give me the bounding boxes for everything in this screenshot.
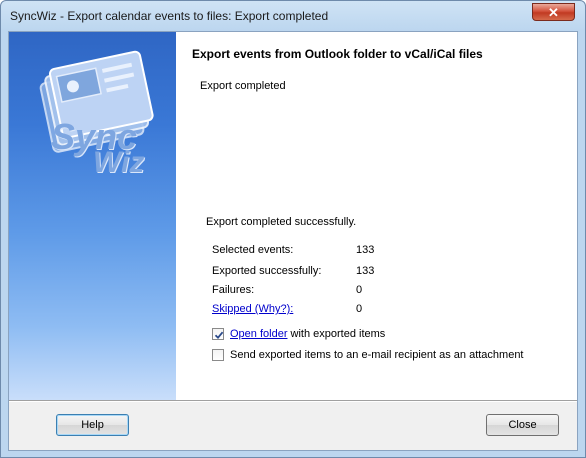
syncwiz-logo: Sync Wiz <box>31 44 161 197</box>
stat-label-failures: Failures: <box>212 284 255 296</box>
logo-text-wiz: Wiz <box>93 146 145 179</box>
title-bar[interactable]: SyncWiz - Export calendar events to file… <box>1 1 585 31</box>
wizard-window: SyncWiz - Export calendar events to file… <box>0 0 586 458</box>
stat-label-exported: Exported successfully: <box>212 265 322 277</box>
close-button[interactable]: Close <box>486 414 559 436</box>
open-folder-text: with exported items <box>287 328 386 340</box>
wizard-sidebar: Sync Wiz <box>9 32 176 400</box>
help-button[interactable]: Help <box>56 414 129 436</box>
send-email-label[interactable]: Send exported items to an e-mail recipie… <box>230 349 524 361</box>
stat-value-skipped: 0 <box>356 303 363 315</box>
stat-label-selected: Selected events: <box>212 244 294 256</box>
wizard-main-panel: Export events from Outlook folder to vCa… <box>176 32 577 400</box>
window-close-button[interactable]: ✕ <box>532 3 575 21</box>
stat-value-failures: 0 <box>356 284 363 296</box>
page-subtitle: Export completed <box>200 80 286 92</box>
stat-value-selected: 133 <box>356 244 375 256</box>
send-email-checkbox[interactable] <box>212 349 224 361</box>
close-icon: ✕ <box>548 5 559 20</box>
open-folder-checkbox[interactable] <box>212 328 224 340</box>
open-folder-link[interactable]: Open folder <box>230 328 287 340</box>
window-title: SyncWiz - Export calendar events to file… <box>10 9 329 23</box>
skipped-why-link[interactable]: Skipped (Why?): <box>212 303 293 315</box>
open-folder-option: Open folder with exported items <box>230 328 385 340</box>
footer-separator <box>9 400 577 402</box>
success-message: Export completed successfully. <box>206 216 357 228</box>
wizard-client-area: Sync Wiz Export events from Outlook fold… <box>8 31 578 451</box>
page-title: Export events from Outlook folder to vCa… <box>192 47 483 61</box>
checkmark-icon <box>214 331 224 340</box>
stat-value-exported: 133 <box>356 265 375 277</box>
